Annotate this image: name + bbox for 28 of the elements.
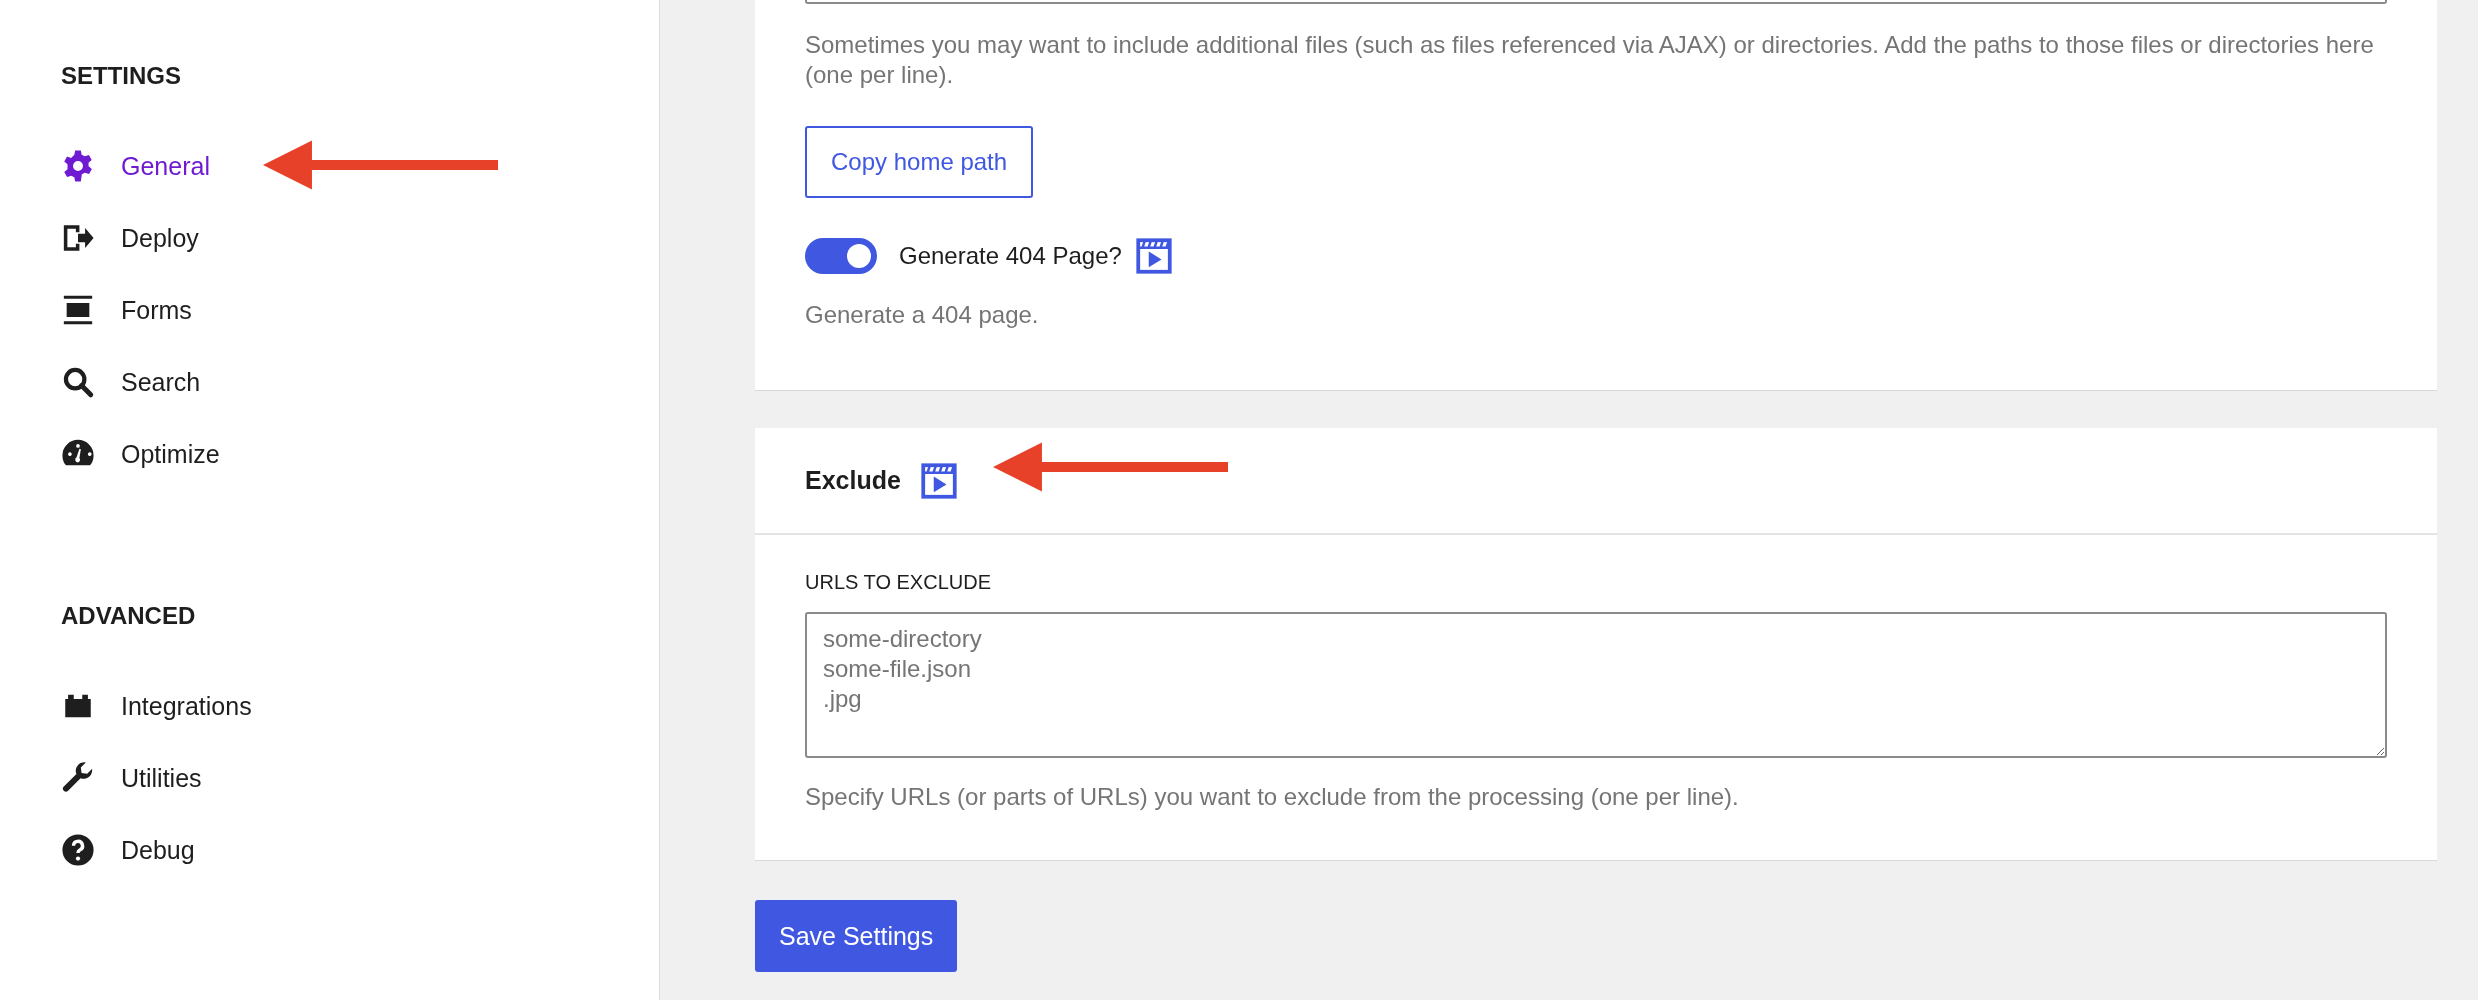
section-heading: SETTINGS [61,62,181,90]
urls-text-area[interactable]: some-directory some-file.json .jpg [805,612,2387,758]
sidebar-item[interactable]: Search [61,346,201,418]
copy-home-path-button[interactable]: Copy home path [805,126,1034,198]
sidebar-item[interactable]: Optimize [61,418,220,490]
save-settings-button[interactable]: Save Settings [755,900,958,972]
section-heading: ADVANCED [61,602,196,630]
sidebar-item[interactable]: Utilities [61,742,202,814]
sidebar-item[interactable]: Forms [61,274,192,346]
sidebar-item[interactable]: General [61,130,210,202]
wrench-icon [61,761,95,795]
help-text: Sometimes you may want to include additional files (such as files referenced via AJAX) or directories. Add the paths to those files or directories here (one per line). [805,30,2375,90]
card-title: Exclude [805,466,901,495]
sidebar-item[interactable]: Integrations [61,670,252,742]
video-icon[interactable] [1135,238,1172,274]
sidebar-item[interactable]: Deploy [61,202,199,274]
text-area[interactable] [805,0,2387,4]
form-icon [61,293,95,327]
toggle-label: Generate 404 Page? [899,242,1122,270]
search-icon [61,365,95,399]
field-label: URLS TO EXCLUDE [805,571,992,594]
sidebar-item[interactable]: Debug [61,814,195,886]
help-icon [61,833,95,867]
video-icon[interactable] [920,462,957,499]
help-text: Generate a 404 page. [805,300,1040,330]
gear-icon [61,149,95,183]
help-text: Specify URLs (or parts of URLs) you want to exclude from the processing (one per line). [805,782,1740,812]
toggle-switch[interactable] [805,238,877,274]
